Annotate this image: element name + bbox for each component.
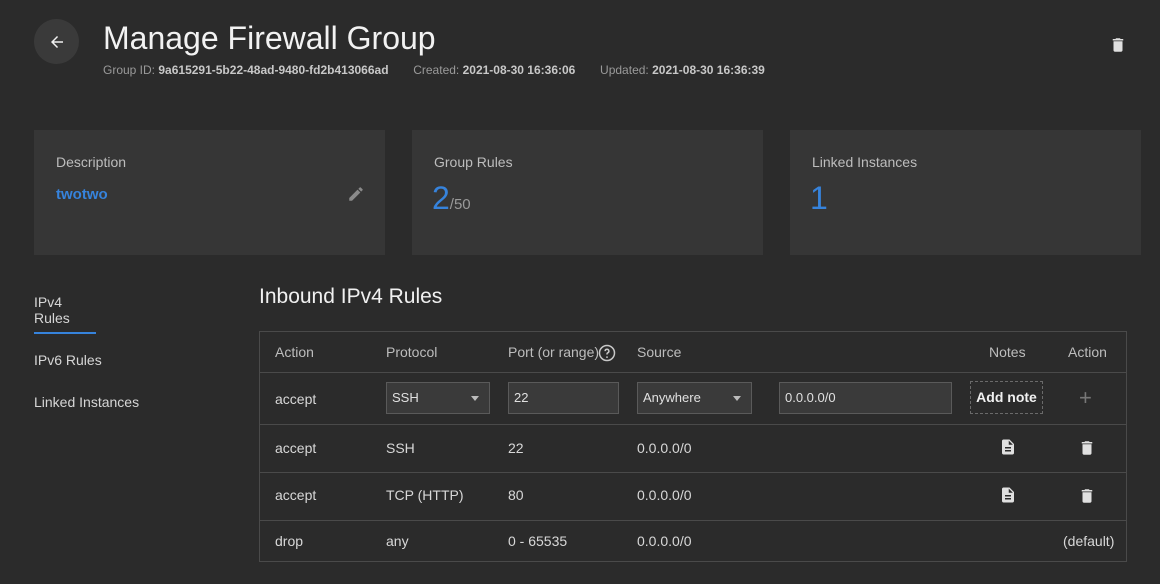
group-meta: Group ID: 9a615291-5b22-48ad-9480-fd2b41… [103,63,765,77]
new-rule-action: accept [275,391,317,407]
default-rule-label: (default) [1063,533,1115,549]
chevron-down-icon [733,396,741,401]
source-ip-input[interactable]: 0.0.0.0/0 [779,382,952,414]
table-row: accept TCP (HTTP) 80 0.0.0.0/0 [260,473,1126,521]
rule-port: 0 - 65535 [508,533,568,549]
description-label: Description [56,154,127,170]
add-note-button[interactable]: Add note [970,381,1043,414]
linked-instances-label: Linked Instances [812,154,918,170]
group-rules-count-wrap: 2/50 [432,180,471,217]
rule-source: 0.0.0.0/0 [637,440,692,456]
rule-note-button[interactable] [999,485,1017,510]
rule-source: 0.0.0.0/0 [637,487,692,503]
protocol-select-value: SSH [392,390,419,405]
header-action-2: Action [1068,344,1107,360]
delete-rule-button[interactable] [1078,486,1096,511]
rule-protocol: any [386,533,409,549]
rule-port: 80 [508,487,524,503]
table-header: Action Protocol Port (or range) Source N… [260,332,1126,373]
group-id-label: Group ID: [103,63,156,77]
header-protocol: Protocol [386,344,438,360]
sidebar: IPv4 Rules IPv6 Rules Linked Instances [34,294,139,436]
group-rules-count: 2 [432,180,450,216]
protocol-select[interactable]: SSH [386,382,490,414]
edit-description-button[interactable] [347,185,365,208]
trash-icon [1081,441,1093,455]
help-circle-icon [598,344,616,362]
rules-table: Action Protocol Port (or range) Source N… [259,331,1127,562]
delete-rule-button[interactable] [1078,438,1096,463]
group-rules-max: /50 [449,196,471,213]
port-input-value: 22 [514,390,529,405]
new-rule-row: accept SSH 22 Anywhere 0.0.0.0/0 Add not… [260,373,1126,425]
updated-value: 2021-08-30 16:36:39 [652,63,765,77]
header-action: Action [275,344,314,360]
pencil-icon [349,187,363,201]
created-value: 2021-08-30 16:36:06 [462,63,576,77]
rule-protocol: SSH [386,440,415,456]
source-ip-value: 0.0.0.0/0 [785,390,836,405]
sidebar-item-linked-instances[interactable]: Linked Instances [34,394,139,410]
description-value: twotwo [56,186,108,203]
section-title: Inbound IPv4 Rules [259,285,443,308]
table-row: drop any 0 - 65535 0.0.0.0/0 (default) [260,521,1126,561]
add-rule-button[interactable]: + [1079,385,1092,411]
page-title: Manage Firewall Group [103,20,436,56]
linked-instances-count: 1 [810,180,828,216]
trash-icon [1112,38,1124,52]
arrow-left-icon [50,35,63,48]
linked-instances-card: Linked Instances 1 [790,130,1141,255]
group-rules-card: Group Rules 2/50 [412,130,763,255]
rule-port: 22 [508,440,524,456]
created-label: Created: [413,63,460,77]
rule-action: accept [275,440,317,456]
group-id-value: 9a615291-5b22-48ad-9480-fd2b413066ad [158,63,389,77]
table-row: accept SSH 22 0.0.0.0/0 [260,425,1126,473]
header-source: Source [637,344,682,360]
rule-protocol: TCP (HTTP) [386,487,464,503]
sidebar-item-ipv6-rules[interactable]: IPv6 Rules [34,352,139,368]
chevron-down-icon [471,396,479,401]
rule-action: drop [275,533,304,549]
rule-note-button[interactable] [999,437,1017,462]
group-rules-label: Group Rules [434,154,513,170]
trash-icon [1081,489,1093,503]
note-icon [1002,487,1014,503]
sidebar-item-ipv4-rules[interactable]: IPv4 Rules [34,294,96,334]
source-select[interactable]: Anywhere [637,382,752,414]
rule-source: 0.0.0.0/0 [637,533,692,549]
updated-label: Updated: [600,63,649,77]
header-notes: Notes [989,344,1026,360]
port-input[interactable]: 22 [508,382,619,414]
back-button[interactable] [34,19,79,64]
header-port: Port (or range) [508,344,600,360]
source-select-value: Anywhere [643,390,701,405]
delete-group-button[interactable] [1109,35,1127,60]
port-help-button[interactable] [598,344,616,367]
description-card: Description twotwo [34,130,385,255]
note-icon [1002,439,1014,455]
rule-action: accept [275,487,317,503]
